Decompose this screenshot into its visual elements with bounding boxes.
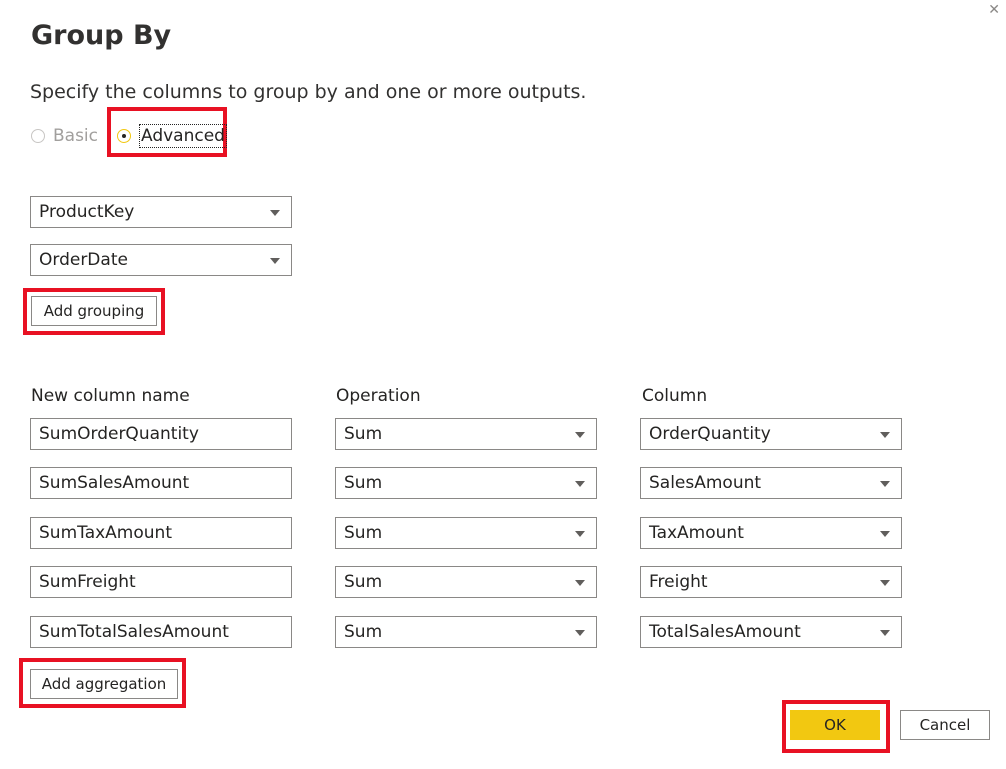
radio-advanced[interactable]: Advanced bbox=[117, 122, 227, 150]
add-aggregation-button[interactable]: Add aggregation bbox=[30, 669, 178, 699]
chevron-down-icon bbox=[880, 580, 890, 586]
header-new-column-name: New column name bbox=[31, 386, 190, 406]
column-select-value: SalesAmount bbox=[649, 473, 762, 493]
radio-advanced-label: Advanced bbox=[139, 124, 227, 148]
operation-select-value: Sum bbox=[344, 523, 383, 543]
column-select-value: Freight bbox=[649, 572, 708, 592]
add-grouping-button[interactable]: Add grouping bbox=[31, 296, 157, 326]
column-select[interactable]: Freight bbox=[640, 566, 902, 598]
column-select-value: TotalSalesAmount bbox=[649, 622, 801, 642]
new-column-name-input[interactable]: SumTaxAmount bbox=[30, 517, 292, 549]
chevron-down-icon bbox=[575, 531, 585, 537]
column-select[interactable]: SalesAmount bbox=[640, 467, 902, 499]
chevron-down-icon bbox=[575, 432, 585, 438]
radio-basic-label: Basic bbox=[53, 126, 99, 146]
column-select-value: TaxAmount bbox=[649, 523, 744, 543]
chevron-down-icon bbox=[880, 481, 890, 487]
operation-select[interactable]: Sum bbox=[335, 418, 597, 450]
new-column-name-input[interactable]: SumOrderQuantity bbox=[30, 418, 292, 450]
chevron-down-icon bbox=[880, 531, 890, 537]
dialog-subtitle: Specify the columns to group by and one … bbox=[30, 81, 587, 103]
chevron-down-icon bbox=[575, 630, 585, 636]
ok-button[interactable]: OK bbox=[790, 710, 880, 740]
grouping-select-1[interactable]: ProductKey bbox=[30, 196, 292, 228]
chevron-down-icon bbox=[270, 210, 280, 216]
grouping-select-1-value: ProductKey bbox=[39, 202, 135, 222]
radio-basic[interactable]: Basic bbox=[31, 122, 98, 150]
operation-select-value: Sum bbox=[344, 572, 383, 592]
new-column-name-input[interactable]: SumFreight bbox=[30, 566, 292, 598]
header-operation: Operation bbox=[336, 386, 421, 406]
grouping-select-2-value: OrderDate bbox=[39, 250, 128, 270]
chevron-down-icon bbox=[270, 258, 280, 264]
dialog-title: Group By bbox=[31, 20, 172, 51]
column-select-value: OrderQuantity bbox=[649, 424, 771, 444]
column-select[interactable]: TotalSalesAmount bbox=[640, 616, 902, 648]
chevron-down-icon bbox=[880, 432, 890, 438]
operation-select-value: Sum bbox=[344, 473, 383, 493]
cancel-button[interactable]: Cancel bbox=[900, 710, 990, 740]
header-column: Column bbox=[642, 386, 708, 406]
chevron-down-icon bbox=[575, 481, 585, 487]
chevron-down-icon bbox=[880, 630, 890, 636]
operation-select[interactable]: Sum bbox=[335, 517, 597, 549]
operation-select[interactable]: Sum bbox=[335, 566, 597, 598]
new-column-name-input[interactable]: SumSalesAmount bbox=[30, 467, 292, 499]
close-icon[interactable]: ✕ bbox=[988, 2, 1000, 18]
operation-select-value: Sum bbox=[344, 622, 383, 642]
chevron-down-icon bbox=[575, 580, 585, 586]
radio-basic-circle[interactable] bbox=[31, 129, 45, 143]
grouping-select-2[interactable]: OrderDate bbox=[30, 244, 292, 276]
radio-advanced-circle[interactable] bbox=[117, 129, 131, 143]
operation-select[interactable]: Sum bbox=[335, 467, 597, 499]
operation-select-value: Sum bbox=[344, 424, 383, 444]
operation-select[interactable]: Sum bbox=[335, 616, 597, 648]
column-select[interactable]: TaxAmount bbox=[640, 517, 902, 549]
column-select[interactable]: OrderQuantity bbox=[640, 418, 902, 450]
new-column-name-input[interactable]: SumTotalSalesAmount bbox=[30, 616, 292, 648]
